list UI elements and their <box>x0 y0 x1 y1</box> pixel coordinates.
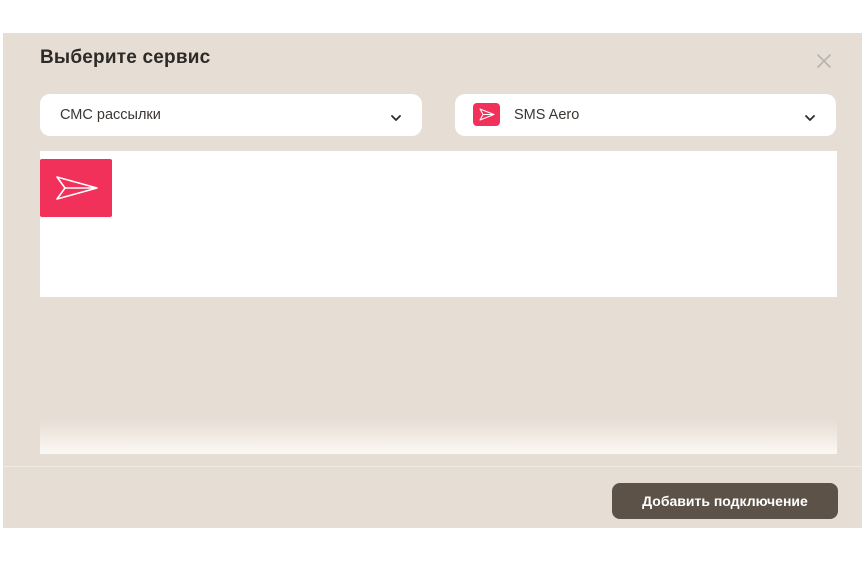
close-icon[interactable] <box>813 50 835 72</box>
dialog-title: Выберите сервис <box>40 47 211 68</box>
service-tile-sms-aero[interactable] <box>40 159 112 217</box>
service-select[interactable]: SMS Aero <box>455 94 836 136</box>
paper-plane-icon <box>473 103 500 126</box>
chevron-down-icon <box>390 110 402 121</box>
service-list <box>40 151 837 297</box>
paper-plane-icon <box>40 176 112 221</box>
chevron-down-icon <box>804 110 816 121</box>
footer-divider <box>3 466 862 467</box>
category-select[interactable]: СМС рассылки <box>40 94 422 136</box>
category-select-value: СМС рассылки <box>60 107 161 123</box>
scroll-fade <box>40 419 837 454</box>
service-select-value: SMS Aero <box>514 107 580 123</box>
select-service-dialog: Выберите сервис СМС рассылки SMS Aero До… <box>3 33 862 528</box>
add-connection-button[interactable]: Добавить подключение <box>612 483 838 519</box>
